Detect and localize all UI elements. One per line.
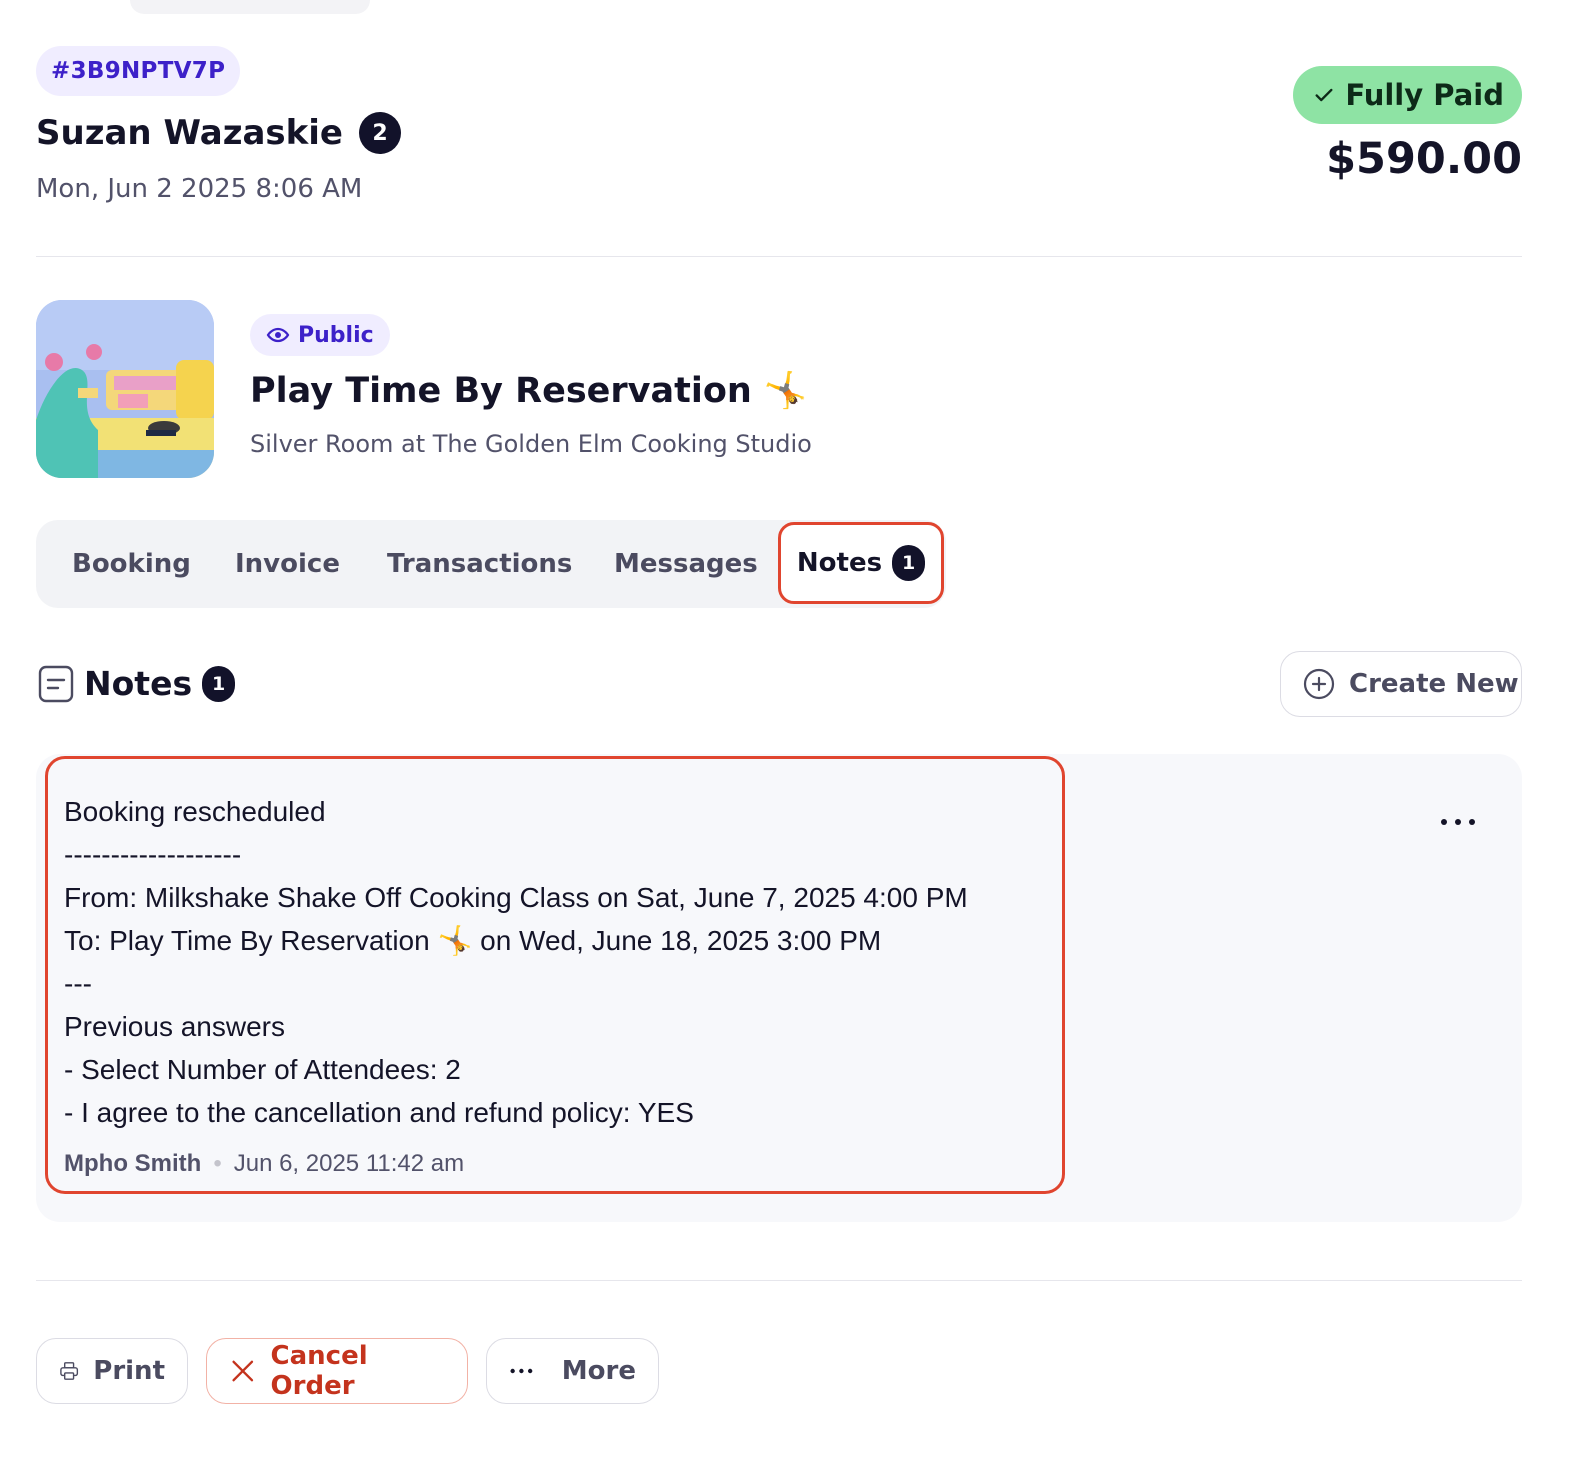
note-meta-separator: • — [213, 1150, 222, 1177]
note-options-button[interactable] — [1438, 810, 1478, 834]
tab-notes-label: Notes — [796, 548, 883, 578]
check-icon — [1315, 88, 1333, 102]
event-thumbnail — [36, 300, 214, 478]
more-label: More — [561, 1356, 636, 1386]
note-timestamp: Jun 6, 2025 11:42 am — [233, 1150, 465, 1177]
more-actions-button[interactable]: More — [486, 1338, 659, 1404]
attendee-count-badge: 2 — [359, 112, 401, 154]
tab-notes-count: 1 — [892, 545, 926, 581]
order-date: Mon, Jun 2 2025 8:06 AM — [36, 174, 363, 204]
event-title[interactable]: Play Time By Reservation 🤸 — [250, 370, 808, 412]
customer-name: Suzan Wazaskie 2 — [36, 112, 401, 154]
print-label: Print — [93, 1356, 165, 1386]
notes-count-badge: 1 — [202, 665, 236, 702]
create-note-label: Create New — [1349, 669, 1519, 699]
notes-heading-text: Notes — [84, 664, 193, 703]
cancel-order-label: Cancel Order — [270, 1341, 368, 1401]
tab-transactions[interactable]: Transactions — [387, 520, 572, 608]
tab-notes[interactable]: Notes 1 — [778, 522, 944, 604]
note-card: Booking rescheduled ------------------- … — [36, 754, 1522, 1222]
plus-circle-icon — [1303, 668, 1335, 700]
footer-divider — [36, 1280, 1522, 1281]
event-title-emoji: 🤸 — [763, 371, 808, 411]
close-icon — [232, 1360, 254, 1382]
top-scroll-shadow — [130, 0, 370, 14]
order-total: $590.00 — [1326, 134, 1522, 184]
note-body: Booking rescheduled ------------------- … — [64, 796, 968, 1128]
customer-name-text: Suzan Wazaskie — [36, 113, 343, 153]
cancel-order-button[interactable]: Cancel Order — [206, 1338, 468, 1404]
note-author: Mpho Smith — [64, 1150, 202, 1177]
order-tabs: Booking Invoice Transactions Messages No… — [36, 520, 946, 608]
ellipsis-icon — [510, 1368, 533, 1374]
visibility-label: Public — [298, 322, 374, 348]
note-meta: Mpho Smith • Jun 6, 2025 11:42 am — [64, 1150, 464, 1178]
note-icon — [38, 665, 74, 702]
ellipsis-icon — [1441, 819, 1475, 825]
create-note-button[interactable]: Create New — [1280, 651, 1522, 717]
print-button[interactable]: Print — [36, 1338, 188, 1404]
header-divider — [36, 256, 1522, 257]
notes-heading: Notes 1 — [38, 664, 236, 703]
tab-messages[interactable]: Messages — [614, 520, 758, 608]
eye-icon — [266, 327, 290, 343]
tab-invoice[interactable]: Invoice — [235, 520, 340, 608]
payment-status-badge: Fully Paid — [1293, 66, 1522, 124]
order-id-badge: #3B9NPTV7P — [36, 46, 241, 96]
visibility-badge: Public — [250, 314, 390, 356]
payment-status-label: Fully Paid — [1345, 78, 1504, 112]
event-venue: Silver Room at The Golden Elm Cooking St… — [250, 430, 812, 458]
tab-booking[interactable]: Booking — [72, 520, 191, 608]
printer-icon — [60, 1362, 79, 1380]
event-title-text: Play Time By Reservation — [250, 370, 752, 411]
